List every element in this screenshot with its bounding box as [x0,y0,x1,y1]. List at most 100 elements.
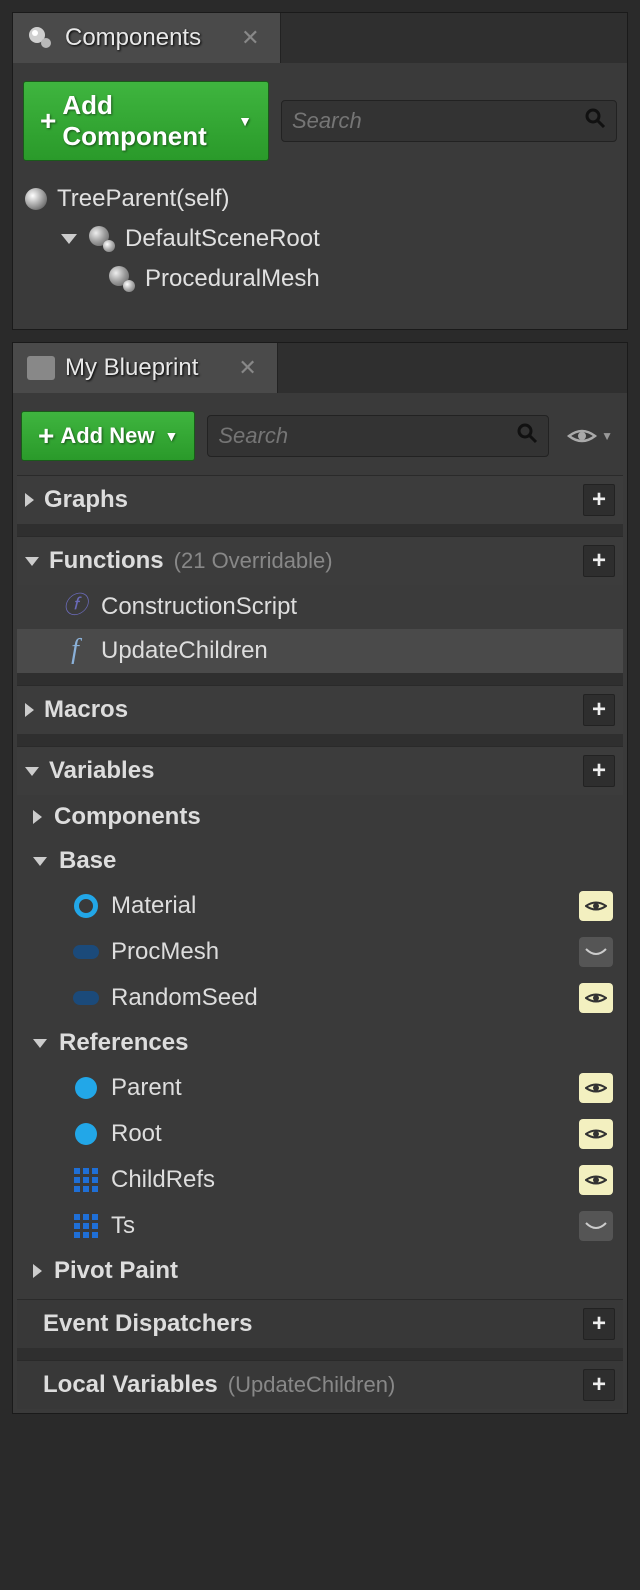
components-search[interactable] [281,100,617,142]
var-category-references[interactable]: References [17,1021,623,1065]
collapse-icon [33,810,42,824]
blueprint-tab[interactable]: My Blueprint ✕ [13,343,278,393]
plus-icon: + [38,420,54,452]
blueprint-search[interactable] [207,415,549,457]
search-input[interactable] [292,108,584,134]
collapse-icon [33,1264,42,1278]
components-tab-title: Components [65,24,201,52]
add-new-label: Add New [60,423,154,449]
variable-label: RandomSeed [111,984,258,1012]
blueprint-tab-icon [27,356,55,380]
category-label: References [59,1029,188,1057]
variable-label: Material [111,892,196,920]
tree-root-self[interactable]: TreeParent(self) [21,179,619,219]
add-local-var-button[interactable]: + [583,1369,615,1401]
variable-material[interactable]: Material [17,883,623,929]
blueprint-tab-title: My Blueprint [65,354,198,382]
eye-open-icon[interactable] [579,1073,613,1103]
var-category-components[interactable]: Components [17,795,623,839]
section-macros[interactable]: Macros + [17,685,623,734]
add-component-label: Add Component [62,90,228,152]
add-variable-button[interactable]: + [583,755,615,787]
variable-root[interactable]: Root [17,1111,623,1157]
blueprint-tab-bar: My Blueprint ✕ [13,343,627,393]
search-icon [584,107,606,135]
variable-label: Root [111,1120,162,1148]
variable-ts[interactable]: Ts [17,1203,623,1249]
expand-icon [25,767,39,776]
section-note: (UpdateChildren) [228,1372,396,1398]
scene-root-icon [89,226,115,252]
component-tree: TreeParent(self) DefaultSceneRoot Proced… [19,175,621,299]
category-label: Pivot Paint [54,1257,178,1285]
variable-label: Parent [111,1074,182,1102]
section-graphs[interactable]: Graphs + [17,475,623,524]
expand-icon [33,857,47,866]
search-icon [516,422,538,450]
close-icon[interactable]: ✕ [241,25,259,51]
category-label: Components [54,803,201,831]
section-event-dispatchers[interactable]: Event Dispatchers + [17,1299,623,1348]
add-new-button[interactable]: + Add New ▼ [21,411,195,461]
tree-root-label: TreeParent(self) [57,185,230,213]
components-body: + Add Component ▼ TreeParent(self) Defau… [13,63,627,329]
tree-scene-root[interactable]: DefaultSceneRoot [21,219,619,259]
section-note: (21 Overridable) [174,548,333,574]
tree-procedural-mesh[interactable]: ProceduralMesh [21,259,619,299]
section-variables[interactable]: Variables + [17,746,623,795]
section-title: Graphs [44,486,128,514]
variable-label: ProcMesh [111,938,219,966]
collapse-icon [25,703,34,717]
eye-open-icon[interactable] [579,891,613,921]
close-icon[interactable]: ✕ [238,355,256,381]
function-construction-script[interactable]: ⓕ ConstructionScript [17,585,623,629]
components-tab-bar: Components ✕ [13,13,627,63]
variable-label: Ts [111,1212,135,1240]
expand-icon [33,1039,47,1048]
scene-component-icon [109,266,135,292]
add-macro-button[interactable]: + [583,694,615,726]
search-input[interactable] [218,423,516,449]
eye-closed-icon[interactable] [579,1211,613,1241]
category-label: Base [59,847,116,875]
components-toolbar: + Add Component ▼ [19,71,621,175]
section-title: Event Dispatchers [43,1310,252,1338]
function-update-children[interactable]: f UpdateChildren [17,629,623,673]
add-dispatcher-button[interactable]: + [583,1308,615,1340]
variable-label: ChildRefs [111,1166,215,1194]
variable-randomseed[interactable]: RandomSeed [17,975,623,1021]
var-type-icon [73,893,99,919]
variable-parent[interactable]: Parent [17,1065,623,1111]
eye-open-icon[interactable] [579,1165,613,1195]
actor-icon [25,188,47,210]
var-category-base[interactable]: Base [17,839,623,883]
chevron-down-icon: ▼ [164,428,178,444]
variable-childrefs[interactable]: ChildRefs [17,1157,623,1203]
function-label: UpdateChildren [101,637,268,665]
section-functions[interactable]: Functions (21 Overridable) + [17,536,623,585]
add-component-button[interactable]: + Add Component ▼ [23,81,269,161]
eye-open-icon[interactable] [579,1119,613,1149]
variable-procmesh[interactable]: ProcMesh [17,929,623,975]
function-icon: f [61,638,89,664]
section-local-variables[interactable]: Local Variables (UpdateChildren) + [17,1360,623,1409]
expand-icon [25,557,39,566]
section-title: Local Variables [43,1371,218,1399]
add-graph-button[interactable]: + [583,484,615,516]
my-blueprint-panel: My Blueprint ✕ + Add New ▼ ▼ [12,342,628,1414]
eye-closed-icon[interactable] [579,937,613,967]
var-category-pivot-paint[interactable]: Pivot Paint [17,1249,623,1293]
chevron-down-icon: ▼ [238,113,252,129]
collapse-icon [25,493,34,507]
expand-icon[interactable] [61,234,77,244]
plus-icon: + [40,105,56,137]
section-title: Macros [44,696,128,724]
var-type-icon [73,939,99,965]
var-type-icon [73,985,99,1011]
var-type-icon [73,1075,99,1101]
add-function-button[interactable]: + [583,545,615,577]
visibility-filter-button[interactable]: ▼ [561,426,619,446]
eye-open-icon[interactable] [579,983,613,1013]
components-tab[interactable]: Components ✕ [13,13,281,63]
blueprint-body: + Add New ▼ ▼ Graphs + Fu [13,393,627,1413]
